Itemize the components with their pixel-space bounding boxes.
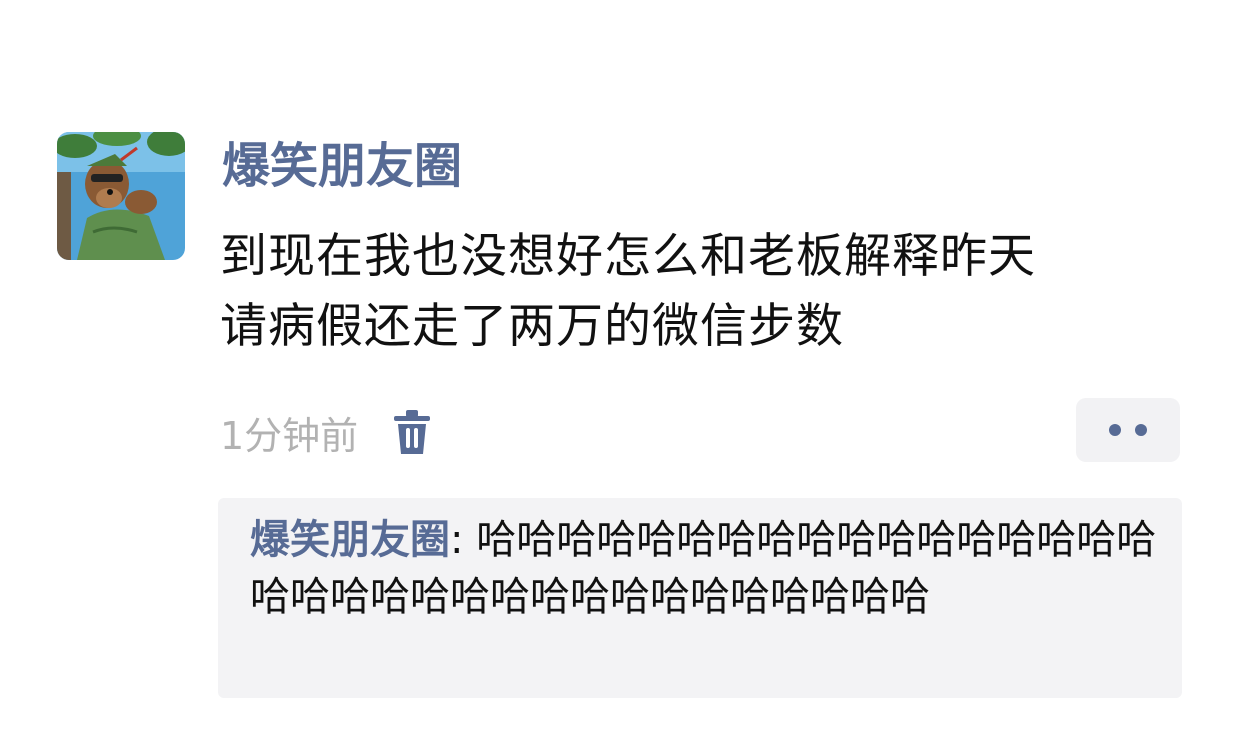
- moment-post: 爆笑朋友圈 到现在我也没想好怎么和老板解释昨天 请病假还走了两万的微信步数 1分…: [0, 0, 1242, 748]
- more-button[interactable]: [1076, 398, 1180, 462]
- post-text-line: 请病假还走了两万的微信步数: [220, 299, 844, 354]
- comment-author[interactable]: 爆笑朋友圈: [250, 517, 450, 563]
- post-meta: 1分钟前: [220, 404, 432, 460]
- cartoon-bear-avatar-icon: [57, 132, 185, 260]
- post-time: 1分钟前: [220, 413, 359, 458]
- comments-panel: 爆笑朋友圈: 哈哈哈哈哈哈哈哈哈哈哈哈哈哈哈哈哈哈哈哈哈哈哈哈哈哈哈哈哈哈哈哈哈…: [218, 498, 1182, 698]
- more-dots-icon: [1109, 424, 1121, 436]
- avatar[interactable]: [57, 132, 185, 260]
- comment-item[interactable]: 爆笑朋友圈: 哈哈哈哈哈哈哈哈哈哈哈哈哈哈哈哈哈哈哈哈哈哈哈哈哈哈哈哈哈哈哈哈哈…: [250, 512, 1170, 626]
- trash-icon: [394, 410, 431, 454]
- post-text-line: 到现在我也没想好怎么和老板解释昨天: [220, 229, 1036, 284]
- comment-separator: :: [450, 517, 477, 563]
- post-text: 到现在我也没想好怎么和老板解释昨天 请病假还走了两万的微信步数: [220, 222, 1210, 362]
- more-dots-icon: [1135, 424, 1147, 436]
- post-author[interactable]: 爆笑朋友圈: [222, 136, 462, 196]
- delete-button[interactable]: [392, 407, 432, 457]
